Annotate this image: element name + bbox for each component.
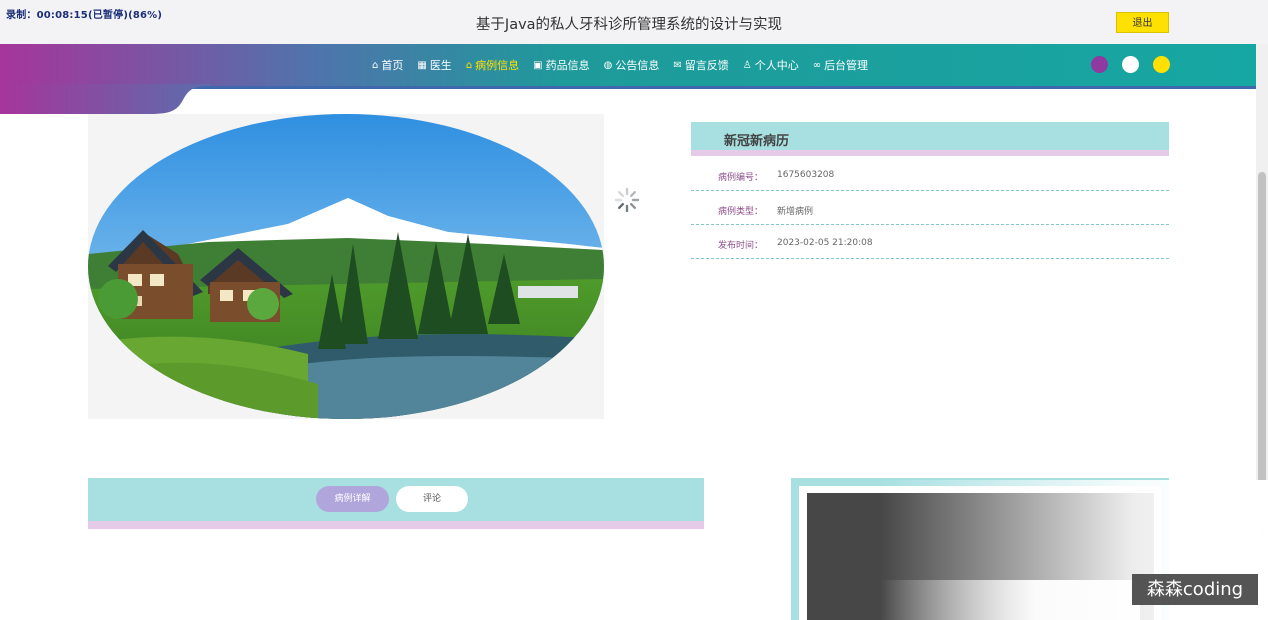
tab-case-explanation[interactable]: 病例详解 [316,486,389,512]
nav-item-3[interactable]: ▣ 药品信息 [533,57,589,73]
nav-item-0[interactable]: ⌂ 首页 [372,57,403,73]
info-row-case-number: 病例编号： 1675603208 [691,156,1169,191]
theme-yellow-dot[interactable] [1153,56,1170,73]
info-row-publish-time: 发布时间： 2023-02-05 21:20:08 [691,224,1169,259]
landscape-picture [88,114,604,419]
nav-item-label: 药品信息 [545,59,590,72]
case-number-value: 1675603208 [777,170,835,180]
scroll-marker [1260,527,1264,535]
publish-time-label: 发布时间： [718,241,764,251]
nav-item-7[interactable]: ∞ 后台管理 [813,57,868,73]
home-icon: ⌂ [372,59,379,71]
theme-white-dot[interactable] [1122,56,1139,73]
theme-purple-dot[interactable] [1091,56,1108,73]
side-panel-dark-area [807,493,1154,620]
info-row-case-type: 病例类型： 新增病例 [691,190,1169,225]
nav-item-label: 公告信息 [615,59,660,72]
tab-comments[interactable]: 评论 [396,486,468,512]
case-number-label: 病例编号： [718,173,764,183]
nav-item-label: 首页 [381,59,404,72]
nav-item-2[interactable]: ⌂ 病例信息 [466,57,519,73]
nav-item-label: 医生 [429,59,452,72]
link-icon: ∞ [812,59,822,71]
nav-item-1[interactable]: ▦ 医生 [417,57,451,73]
case-image [88,114,604,419]
nav-wave-decoration [0,84,210,114]
nav-item-label: 个人中心 [754,59,799,72]
case-title: 新冠新病历 [724,134,790,149]
medicine-icon: ▣ [533,59,543,71]
nav-item-4[interactable]: ◍ 公告信息 [604,57,660,73]
channel-watermark: 森森coding [1132,574,1258,605]
nav-notch-decoration [0,44,260,89]
case-type-value: 新增病例 [777,207,814,217]
main-nav: ⌂ 首页 ▦ 医生 ⌂ 病例信息 ▣ 药品信息 ◍ 公告信息 ✉ 留言反馈 ♙ 个人中心 ∞ 后台管理 [0,44,1256,86]
logout-button[interactable]: 退出 [1116,12,1169,33]
nav-item-label: 后台管理 [824,59,869,72]
nav-item-6[interactable]: ♙ 个人中心 [743,57,799,73]
nav-items: ⌂ 首页 ▦ 医生 ⌂ 病例信息 ▣ 药品信息 ◍ 公告信息 ✉ 留言反馈 ♙ 个人中心 ∞ 后台管理 [372,44,882,86]
nav-item-5[interactable]: ✉ 留言反馈 [673,57,728,73]
loading-spinner-icon [614,187,640,213]
doctor-icon: ▦ [417,59,427,71]
nav-item-label: 病例信息 [475,59,520,72]
case-type-label: 病例类型： [718,207,764,217]
detail-tabs: 病例详解 评论 [88,478,704,529]
publish-time-value: 2023-02-05 21:20:08 [777,238,873,248]
scroll-thumb[interactable] [1258,172,1266,538]
tabs-stripe [88,521,704,529]
page-scrollbar[interactable] [1256,44,1268,620]
case-title-box: 新冠新病历 [691,122,1169,156]
top-bar: 录制：00:08:15(已暂停)(86%) 基于Java的私人牙科诊所管理系统的… [0,0,1268,44]
case-icon: ⌂ [465,59,473,71]
mail-icon: ✉ [673,59,682,71]
user-icon: ♙ [742,59,752,71]
nav-item-label: 留言反馈 [684,59,729,72]
globe-icon: ◍ [603,59,613,71]
site-title: 基于Java的私人牙科诊所管理系统的设计与实现 [475,17,783,33]
